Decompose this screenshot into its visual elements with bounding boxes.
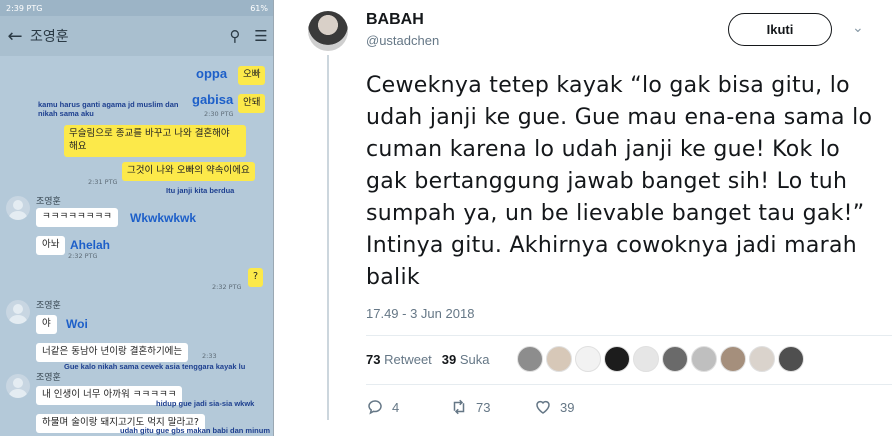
avatar [6, 300, 30, 324]
avatar [6, 374, 30, 398]
avatar[interactable] [749, 346, 775, 372]
like-stat[interactable]: 39 Suka [442, 352, 490, 367]
avatar [6, 196, 30, 220]
avatar[interactable] [778, 346, 804, 372]
message-time: 2:30 PTG [204, 110, 234, 118]
sender-name: 조영훈 [36, 373, 61, 383]
chat-app-bar: ← 조영훈 ⚲ ☰ [0, 16, 273, 56]
translation-note: Ahelah [70, 238, 111, 252]
avatar[interactable] [691, 346, 717, 372]
message-bubble: ? [248, 268, 264, 287]
chat-screenshot: 2:39 PTG 61% ← 조영훈 ⚲ ☰ oppa 오빠 gabisa 안돼… [0, 0, 274, 436]
translation-note: udah gitu gue gbs makan babi dan minum [120, 426, 271, 435]
status-time: 2:39 PTG [6, 3, 43, 13]
liker-avatars [517, 346, 804, 372]
tweet-stats: 73 Retweet 39 Suka [366, 352, 490, 367]
avatar[interactable] [720, 346, 746, 372]
tweet-card: BABAH @ustadchen Ikuti ⌄ Ceweknya tetep … [274, 0, 894, 436]
message-time: 2:33 [202, 352, 217, 360]
reply-count: 4 [392, 399, 400, 415]
divider [366, 384, 892, 385]
follow-button[interactable]: Ikuti [728, 13, 832, 46]
divider [366, 335, 892, 336]
retweet-icon [453, 399, 465, 415]
translation-note: hidup gue jadi sia-sia wkwk [156, 399, 255, 408]
sender-name: 조영훈 [36, 301, 61, 311]
retweet-button[interactable]: 73 [450, 398, 534, 416]
retweet-stat[interactable]: 73 Retweet [366, 352, 432, 367]
message-time: 2:31 PTG [88, 178, 118, 186]
avatar[interactable] [604, 346, 630, 372]
phone-status-bar: 2:39 PTG 61% [0, 0, 273, 16]
translation-note: kamu harus ganti agama jd muslim dan nik… [38, 100, 179, 119]
tweet-actions: 4 73 39 [366, 398, 612, 416]
message-bubble: 너같은 동남아 년이랑 결혼하기에는 [36, 343, 189, 362]
avatar[interactable] [517, 346, 543, 372]
translation-oppa: oppa [196, 66, 228, 81]
like-button[interactable]: 39 [534, 398, 612, 416]
chevron-down-icon[interactable]: ⌄ [852, 20, 864, 36]
status-battery: 61% [250, 3, 268, 13]
translation-gabisa: gabisa [192, 92, 234, 107]
back-arrow-icon: ← [7, 25, 23, 47]
user-handle[interactable]: @ustadchen [366, 33, 439, 48]
message-bubble: 그것이 나와 오빠의 약속이에요 [122, 162, 255, 181]
message-bubble: 아놔 [36, 236, 66, 255]
translation-note: Woi [66, 317, 88, 331]
translation-note: Itu janji kita berdua [166, 186, 235, 195]
avatar[interactable] [575, 346, 601, 372]
message-time: 2:32 PTG [68, 252, 98, 260]
avatar[interactable] [633, 346, 659, 372]
thread-line [327, 55, 329, 420]
translation-note: Gue kalo nikah sama cewek asia tenggara … [64, 362, 246, 371]
tweet-text: Ceweknya tetep kayak “lo gak bisa gitu, … [366, 73, 873, 290]
chat-title: 조영훈 [30, 29, 69, 45]
retweet-count: 73 [476, 399, 491, 415]
like-count: 39 [560, 399, 575, 415]
search-icon: ⚲ [229, 27, 241, 45]
message-bubble: 무슬림으로 종교를 바꾸고 나와 결혼해야 해요 [64, 125, 246, 157]
menu-icon: ☰ [254, 27, 268, 45]
avatar[interactable] [546, 346, 572, 372]
display-name[interactable]: BABAH [366, 11, 424, 29]
heart-icon [536, 400, 550, 414]
message-bubble: 안돼 [238, 94, 266, 113]
tweet-timestamp[interactable]: 17.49 - 3 Jun 2018 [366, 306, 474, 321]
reply-button[interactable]: 4 [366, 398, 450, 416]
message-bubble: ㅋㅋㅋㅋㅋㅋㅋㅋ [36, 208, 118, 227]
translation-note: Wkwkwkwk [130, 211, 197, 225]
message-bubble: 오빠 [238, 66, 266, 85]
sender-name: 조영훈 [36, 197, 61, 207]
message-bubble: 야 [36, 315, 57, 334]
avatar[interactable] [308, 11, 348, 51]
reply-icon [368, 400, 382, 415]
message-time: 2:32 PTG [212, 283, 242, 291]
avatar[interactable] [662, 346, 688, 372]
